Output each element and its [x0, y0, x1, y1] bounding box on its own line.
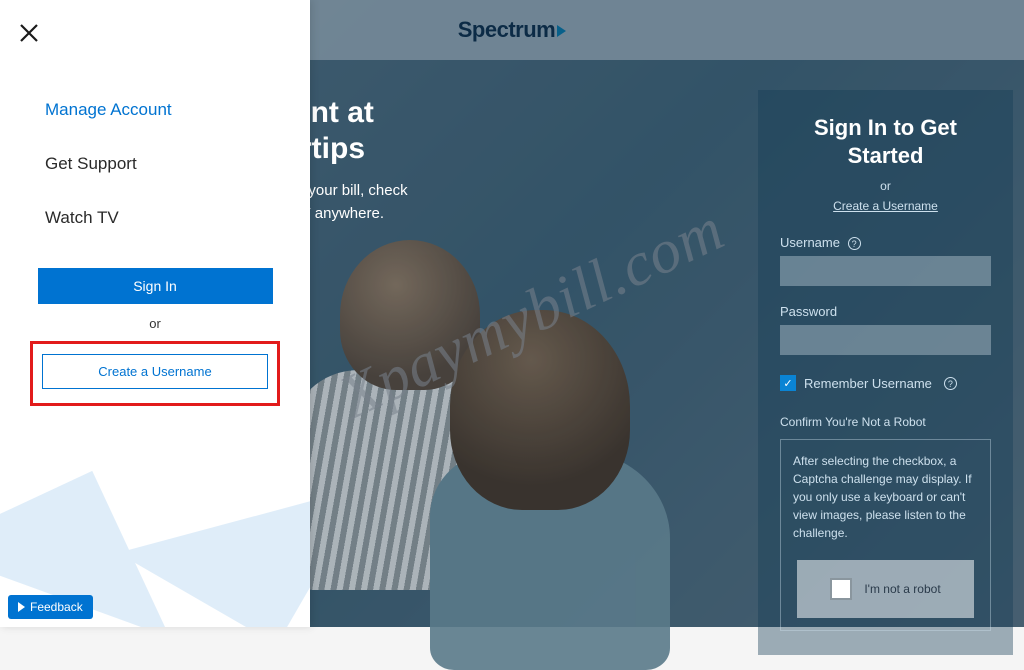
feedback-button[interactable]: Feedback — [8, 595, 93, 619]
menu-get-support[interactable]: Get Support — [45, 142, 265, 196]
remember-label: Remember Username — [804, 376, 932, 391]
play-icon — [18, 602, 25, 612]
captcha-checkbox[interactable] — [830, 578, 852, 600]
captcha-widget[interactable]: I'm not a robot — [797, 560, 974, 618]
signin-title: Sign In to Get Started — [780, 114, 991, 169]
highlighted-annotation: Create a Username — [30, 341, 280, 406]
remember-checkbox[interactable]: ✓ — [780, 375, 796, 391]
help-icon[interactable]: ? — [848, 237, 861, 250]
sign-in-button[interactable]: Sign In — [38, 268, 273, 304]
close-icon[interactable] — [10, 22, 48, 47]
menu-manage-account[interactable]: Manage Account — [45, 88, 265, 142]
feedback-label: Feedback — [30, 600, 83, 614]
signin-or: or — [780, 179, 991, 193]
help-icon[interactable]: ? — [944, 377, 957, 390]
password-label: Password — [780, 304, 991, 319]
drawer-menu: Manage Account Get Support Watch TV — [10, 88, 300, 250]
menu-watch-tv[interactable]: Watch TV — [45, 196, 265, 250]
password-input[interactable] — [780, 325, 991, 355]
remember-row[interactable]: ✓ Remember Username ? — [780, 375, 991, 391]
username-label: Username ? — [780, 235, 991, 250]
captcha-label: I'm not a robot — [864, 580, 940, 598]
hero-image — [320, 240, 740, 620]
create-username-button[interactable]: Create a Username — [42, 354, 268, 389]
drawer-or: or — [10, 316, 300, 331]
create-username-link[interactable]: Create a Username — [780, 199, 991, 213]
side-drawer: Manage Account Get Support Watch TV Sign… — [0, 0, 310, 627]
username-input[interactable] — [780, 256, 991, 286]
robot-info-box: After selecting the checkbox, a Captcha … — [780, 439, 991, 631]
robot-section-title: Confirm You're Not a Robot — [780, 415, 991, 429]
signin-panel: Sign In to Get Started or Create a Usern… — [758, 90, 1013, 655]
